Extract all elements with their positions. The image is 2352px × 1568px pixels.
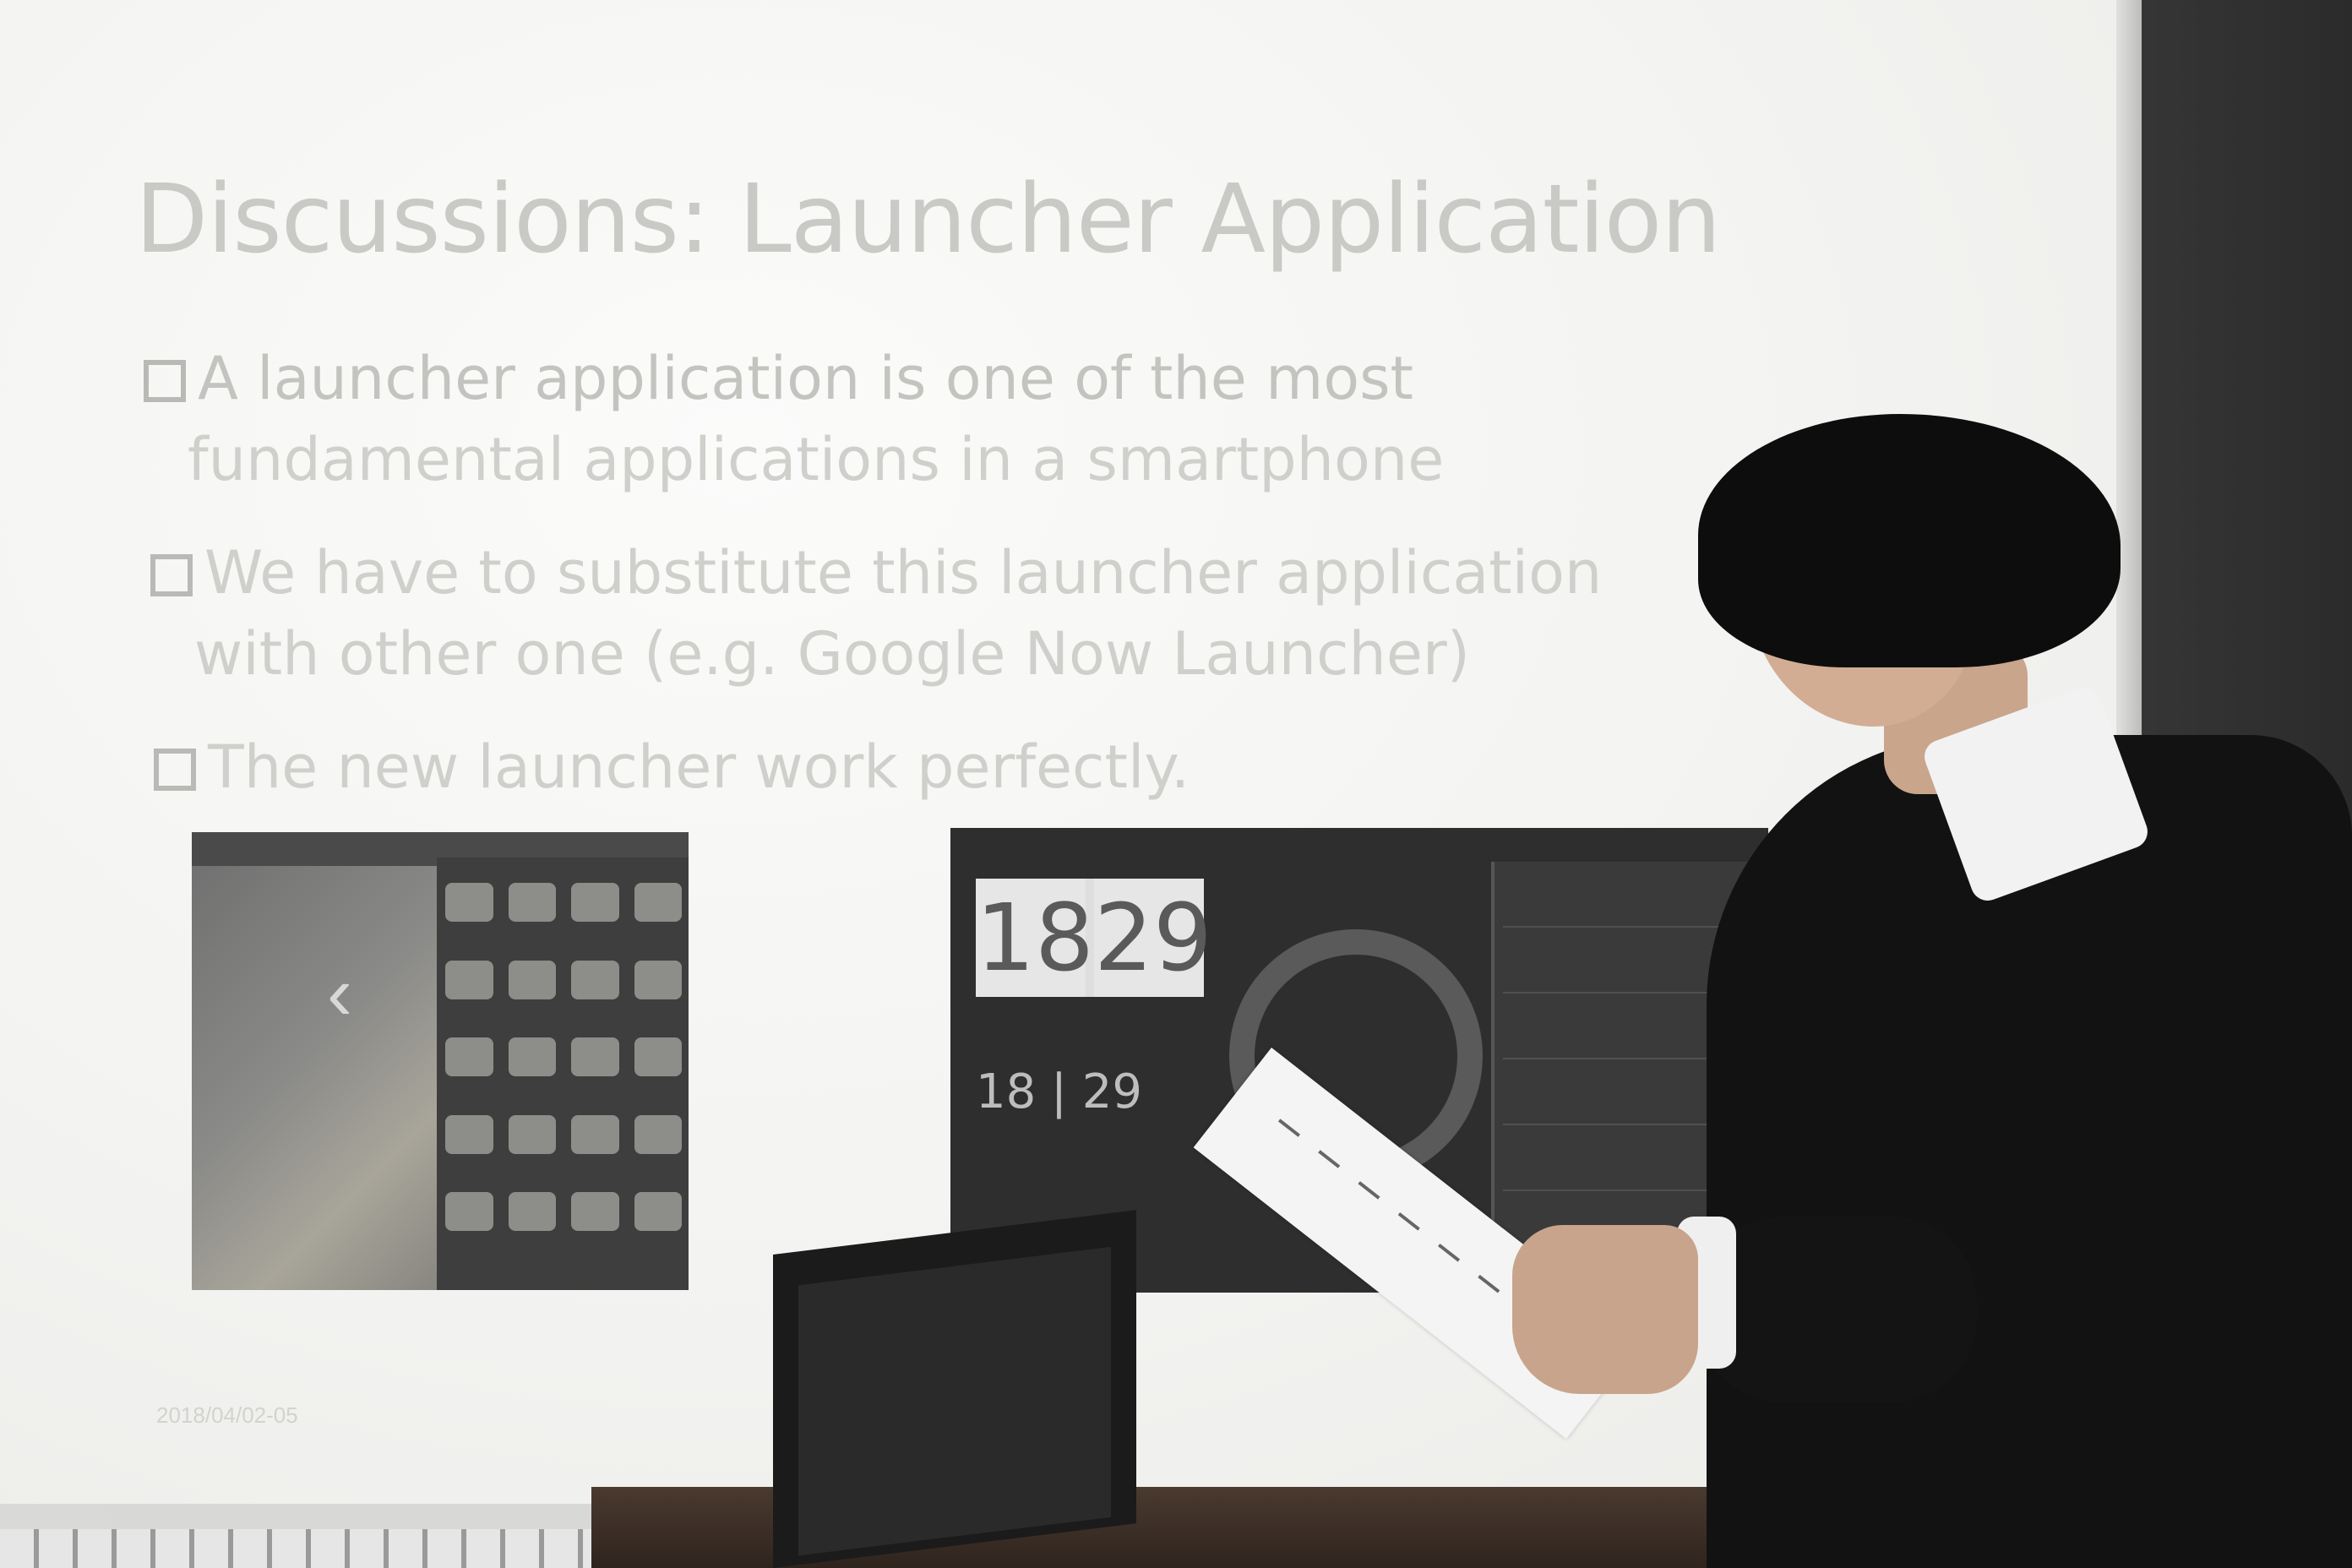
app-icon [571,960,619,999]
checkbox-bullet-icon [144,360,186,402]
checkbox-bullet-icon [154,749,196,791]
podium [591,1487,1757,1568]
app-icon [634,960,682,999]
app-icon [571,1037,619,1077]
app-icon [508,883,556,922]
clock-hour: 18 [976,879,1094,997]
presenter-sleeve [1698,1217,1977,1402]
app-icon [634,1114,682,1154]
bullet-1: A launcher application is one of the mos… [144,338,1413,419]
app-icon [571,1114,619,1154]
app-icon [445,1037,493,1077]
app-icon [508,960,556,999]
list-item [1503,867,1756,928]
flip-clock: 18 29 [976,879,1212,997]
bullet-2-line-2: with other one (e.g. Google Now Launcher… [194,619,1470,689]
podium-monitor [773,1210,1136,1568]
app-icon [445,1114,493,1154]
small-clock: 18 | 29 [976,1064,1142,1119]
clock-minute: 29 [1094,879,1212,997]
app-icon [508,1037,556,1077]
bullet-2: We have to substitute this launcher appl… [150,532,1602,613]
monitor-display [798,1246,1111,1556]
app-icon [445,1192,493,1232]
slide-title: Discussions: Launcher Application [135,165,1721,275]
app-icon [634,883,682,922]
bullet-3: The new launcher work perfectly. [154,727,1190,808]
app-icon-grid [445,883,682,1255]
app-icon [445,883,493,922]
app-icon [571,883,619,922]
chevron-left-icon: ‹ [327,951,352,1036]
app-icon [634,1037,682,1077]
app-icon [508,1114,556,1154]
bullet-3-line-1: The new launcher work perfectly. [208,732,1190,802]
app-icon [634,1192,682,1232]
app-icon [571,1192,619,1232]
bullet-2-line-1: We have to substitute this launcher appl… [204,538,1603,607]
slide-footer-date: 2018/04/02-05 [156,1402,298,1428]
presenter-hand [1512,1225,1698,1394]
app-icon [508,1192,556,1232]
bullet-1-line-1: A launcher application is one of the mos… [198,344,1413,413]
bullet-1-line-2: fundamental applications in a smartphone [188,425,1445,494]
launcher-screenshot-left: ‹ [192,832,689,1290]
checkbox-bullet-icon [150,554,193,596]
app-icon [445,960,493,999]
